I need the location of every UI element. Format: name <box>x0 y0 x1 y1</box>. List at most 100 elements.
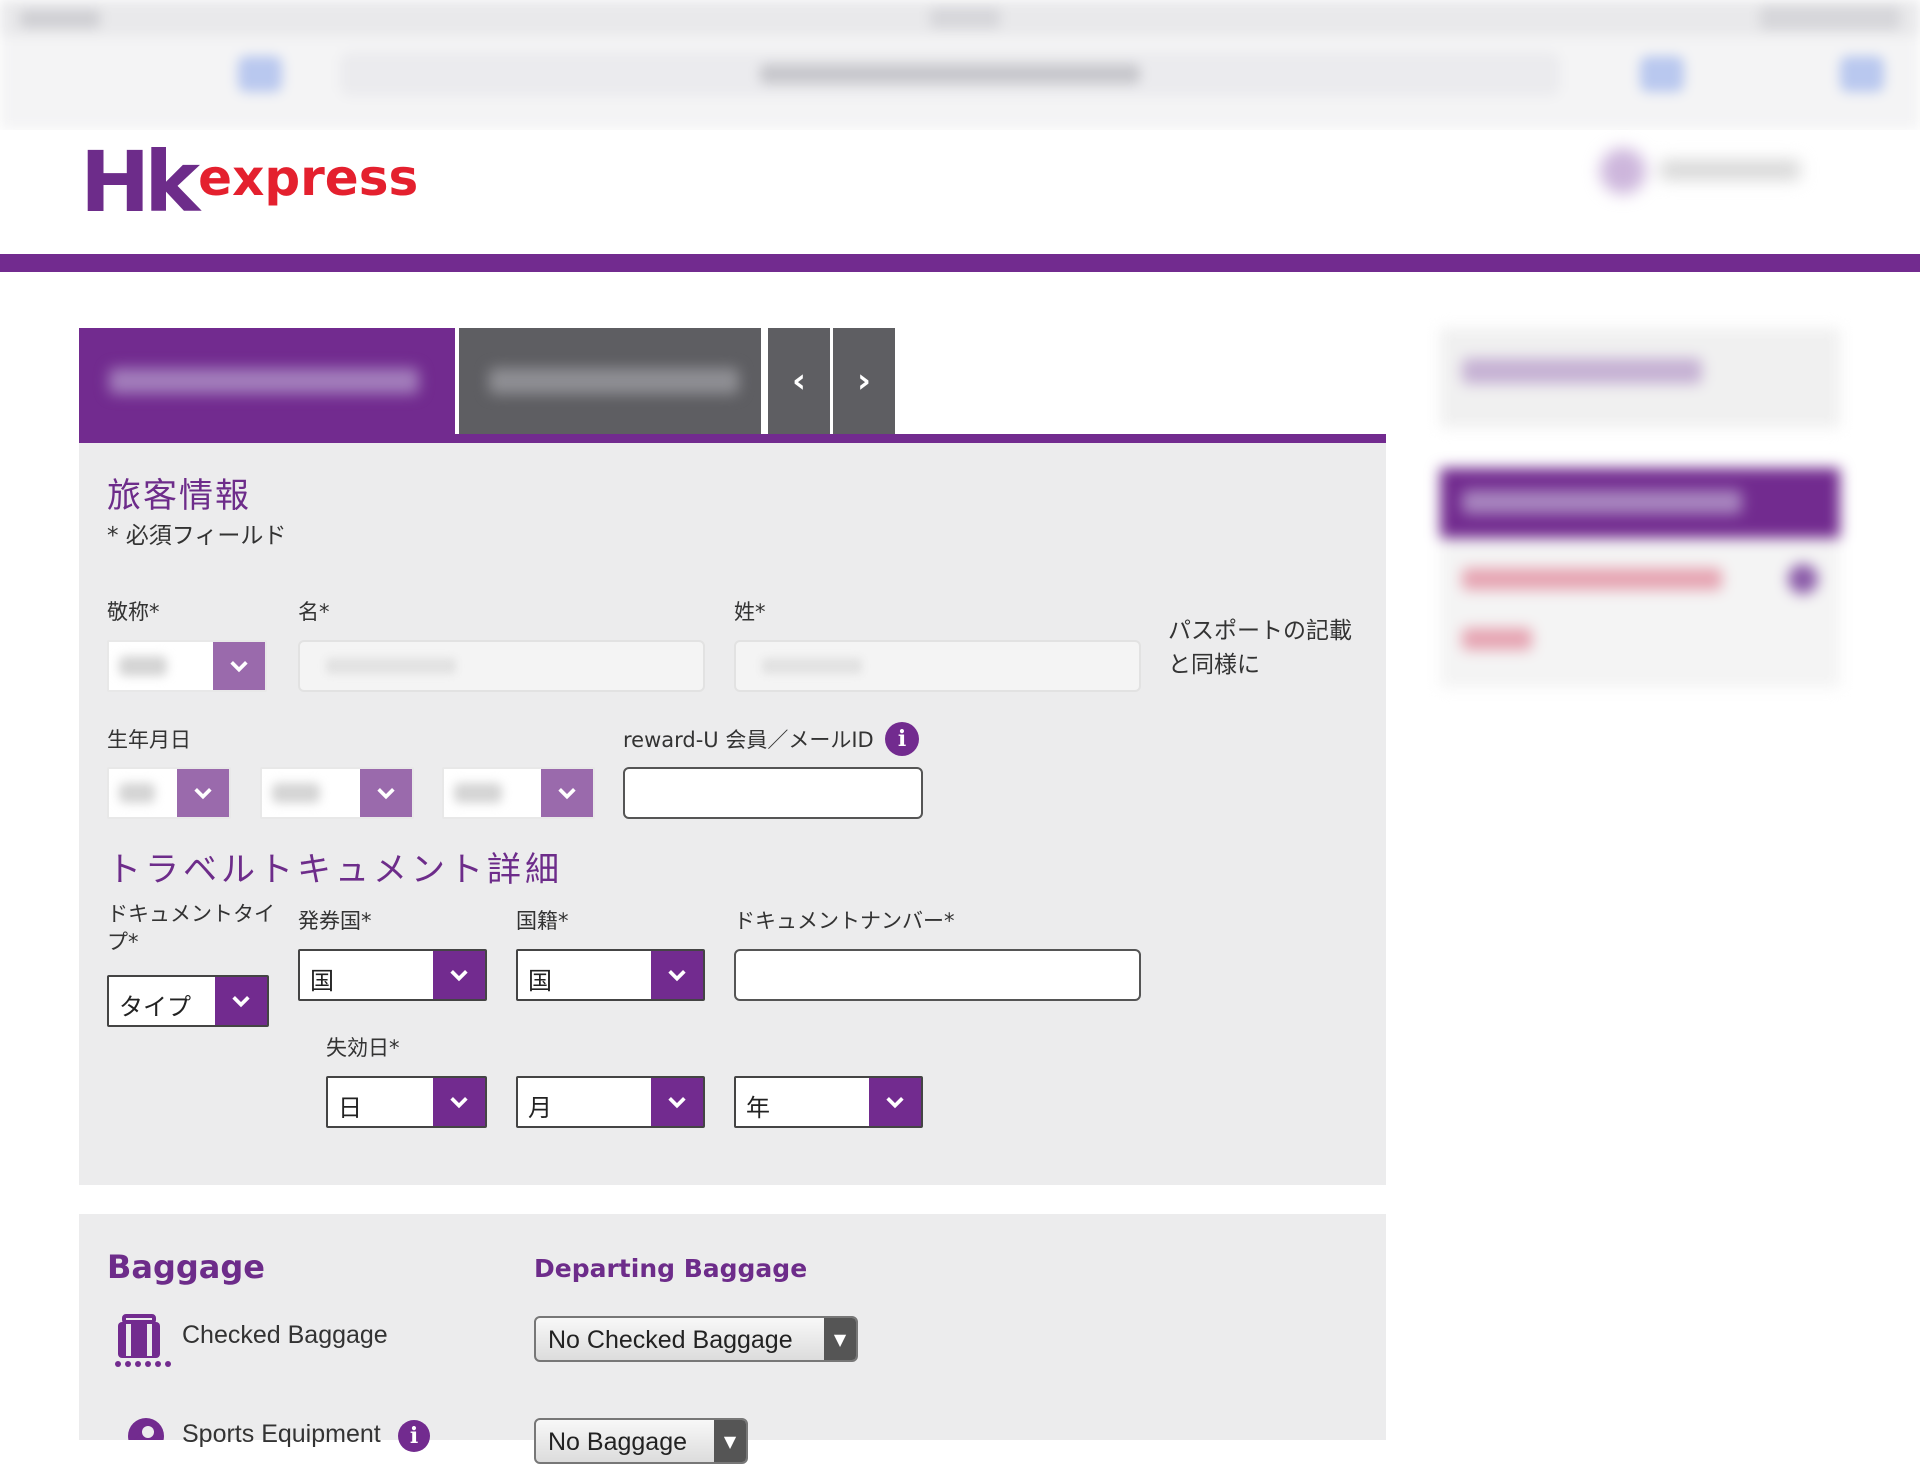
logo-express: express <box>198 149 419 207</box>
summary-icon[interactable] <box>1788 564 1818 594</box>
info-icon[interactable]: i <box>885 722 919 756</box>
logo-hk: Hk <box>80 133 200 231</box>
booking-summary-sidebar <box>1440 328 1840 698</box>
chevron-left-icon: ‹ <box>791 361 806 401</box>
expiry-day-value: 日 <box>338 1094 362 1122</box>
expiry-year-select[interactable]: 年 <box>734 1076 923 1128</box>
sports-equipment-label: Sports Equipment <box>182 1420 381 1448</box>
passport-note: パスポートの記載と同様に <box>1168 618 1352 678</box>
dob-month-select[interactable] <box>260 767 414 819</box>
chevron-down-icon <box>433 951 485 999</box>
tab-passenger-details[interactable] <box>79 328 455 434</box>
chevron-down-icon <box>177 769 229 817</box>
next-arrow-button[interactable]: › <box>833 328 895 434</box>
dob-day-value <box>119 783 155 803</box>
last-name-input[interactable] <box>734 640 1141 692</box>
sports-equipment-select[interactable]: No Baggage ▼ <box>534 1418 748 1464</box>
required-note: * 必須フィールド <box>107 523 287 549</box>
browser-tabstrip <box>0 0 1920 36</box>
chevron-down-icon <box>213 642 265 690</box>
dob-label: 生年月日 <box>107 728 191 752</box>
first-name-value <box>326 658 456 674</box>
last-name-label: 姓* <box>734 600 766 624</box>
summary-row <box>1462 628 1532 650</box>
dropdown-arrow-icon: ▼ <box>714 1420 746 1462</box>
nationality-value: 国 <box>528 967 552 995</box>
booking-summary-body <box>1440 538 1840 688</box>
expiry-month-select[interactable]: 月 <box>516 1076 705 1128</box>
summary-row <box>1462 568 1722 590</box>
checked-baggage-label: Checked Baggage <box>182 1321 388 1349</box>
doc-type-select[interactable]: タイプ <box>107 975 269 1027</box>
tab-label <box>489 368 739 394</box>
user-account[interactable] <box>1600 148 1820 194</box>
chevron-down-icon <box>433 1078 485 1126</box>
chevron-down-icon <box>869 1078 921 1126</box>
info-glyph: i <box>897 726 907 752</box>
first-name-label: 名* <box>298 600 330 624</box>
checked-baggage-select[interactable]: No Checked Baggage ▼ <box>534 1316 858 1362</box>
doc-number-label: ドキュメントナンバー* <box>734 909 955 933</box>
dob-day-select[interactable] <box>107 767 231 819</box>
issuing-country-value: 国 <box>310 967 334 995</box>
avatar <box>1600 148 1646 194</box>
hk-express-logo[interactable]: Hk express <box>80 133 419 231</box>
checked-baggage-value: No Checked Baggage <box>548 1326 793 1354</box>
tab-label <box>109 368 419 394</box>
sports-equipment-value: No Baggage <box>548 1428 688 1456</box>
title-value <box>119 656 167 676</box>
browser-tab[interactable] <box>1760 6 1900 30</box>
passenger-info-title: 旅客情報 <box>107 476 251 516</box>
expiry-label: 失効日* <box>326 1036 400 1060</box>
reward-label: reward-U 会員／メールID <box>623 728 874 752</box>
expiry-day-select[interactable]: 日 <box>326 1076 487 1128</box>
dob-year-value <box>454 783 502 803</box>
issuing-country-select[interactable]: 国 <box>298 949 487 1001</box>
title-select[interactable] <box>107 640 267 692</box>
last-name-value <box>762 658 862 674</box>
luggage-icon <box>112 1314 174 1368</box>
booking-reference-text <box>1462 358 1702 384</box>
booking-reference-box <box>1440 328 1840 428</box>
expiry-month-value: 月 <box>528 1094 552 1122</box>
chevron-down-icon <box>360 769 412 817</box>
title-label: 敬称* <box>107 600 160 624</box>
tab-next-step[interactable] <box>459 328 761 434</box>
first-name-input[interactable] <box>298 640 705 692</box>
reward-email-input[interactable] <box>623 767 923 819</box>
chevron-down-icon <box>541 769 593 817</box>
info-icon[interactable]: i <box>398 1420 430 1452</box>
chevron-right-icon: › <box>856 361 871 401</box>
dob-month-value <box>272 783 320 803</box>
prev-arrow-button[interactable]: ‹ <box>768 328 830 434</box>
doc-number-input[interactable] <box>734 949 1141 1001</box>
dropdown-arrow-icon: ▼ <box>824 1318 856 1360</box>
chevron-down-icon <box>651 1078 703 1126</box>
booking-summary-header[interactable] <box>1440 468 1840 538</box>
browser-toolbar <box>0 0 1920 130</box>
baggage-title: Baggage <box>107 1248 265 1286</box>
user-name <box>1660 160 1800 180</box>
chevron-down-icon <box>215 977 267 1025</box>
browser-tab[interactable] <box>930 8 1000 28</box>
issuing-country-label: 発券国* <box>298 909 372 933</box>
header-rule <box>0 254 1920 272</box>
address-url <box>760 64 1140 84</box>
expiry-year-value: 年 <box>746 1094 770 1122</box>
nationality-select[interactable]: 国 <box>516 949 705 1001</box>
departing-baggage-title: Departing Baggage <box>534 1254 808 1283</box>
address-bar[interactable] <box>340 52 1560 96</box>
doc-type-value: タイプ <box>119 993 191 1021</box>
sports-equipment-icon <box>120 1414 166 1440</box>
browser-button[interactable] <box>1640 56 1684 92</box>
doc-type-label: ドキュメントタイプ* <box>107 902 275 954</box>
booking-summary-text <box>1462 490 1742 514</box>
nationality-label: 国籍* <box>516 909 569 933</box>
dob-year-select[interactable] <box>442 767 595 819</box>
browser-button[interactable] <box>238 56 282 92</box>
info-glyph: i <box>409 1423 419 1449</box>
browser-tab[interactable] <box>20 10 100 28</box>
travel-doc-title: トラベルトキュメント詳細 <box>107 850 563 890</box>
tabs-rule <box>79 434 1386 443</box>
browser-button[interactable] <box>1840 56 1884 92</box>
